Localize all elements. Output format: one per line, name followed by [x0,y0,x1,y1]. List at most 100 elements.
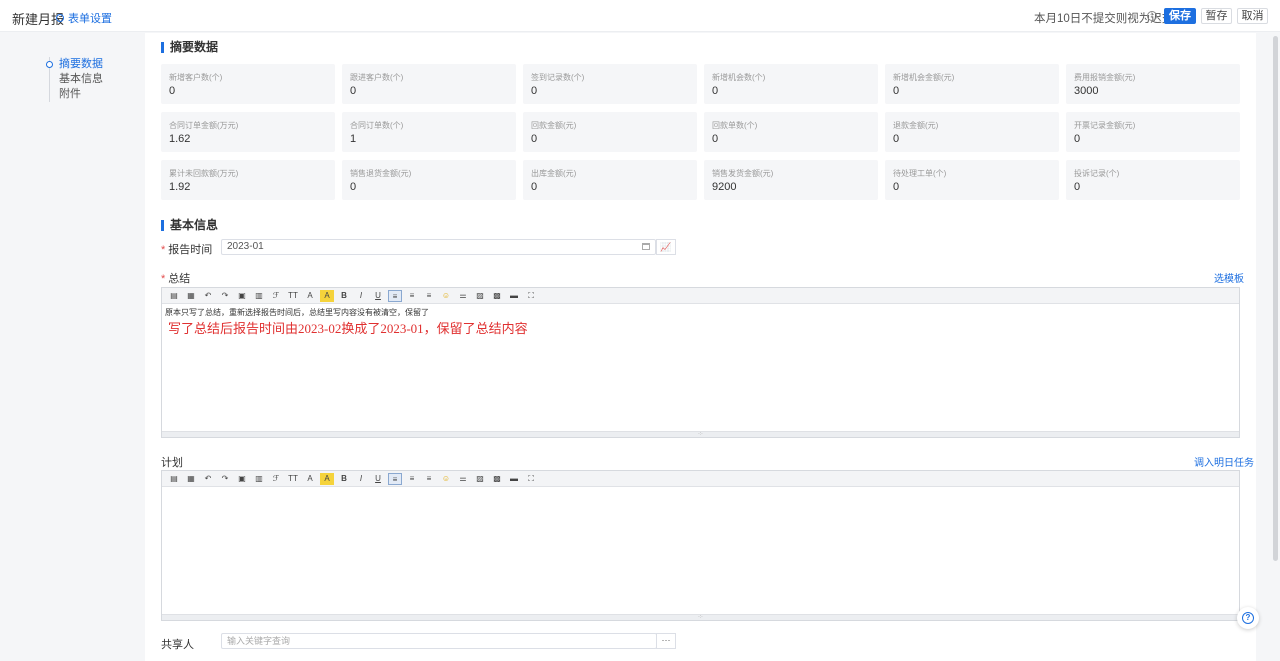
select-template-link[interactable]: 选模板 [1214,270,1244,285]
summary-card-value: 0 [893,181,900,193]
template-icon[interactable]: ▦ [184,473,198,485]
summary-card: 新增机会金额(元) 0 [885,64,1059,104]
summary-card: 开票记录金额(元) 0 [1066,112,1240,152]
help-button[interactable]: ? [1237,607,1259,629]
summary-card: 跟进客户数(个) 0 [342,64,516,104]
font-size-icon[interactable]: TT [286,473,300,485]
summary-card-value: 0 [712,85,719,97]
summary-card: 签到记录数(个) 0 [523,64,697,104]
report-time-label: * 报告时间 [161,244,213,256]
summary-editor-body[interactable]: 原本只写了总结，重新选择报告时间后，总结里写内容没有被清空，保留了 写了总结后报… [162,304,1239,437]
summary-card-value: 0 [350,181,357,193]
plus-circle-icon[interactable]: + [1147,11,1157,21]
plan-editor[interactable]: ▤ ▦ ↶ ↷ ▣ ▥ ℱ TT A A B I U ≡ ≡ ≡ ☺ ⚌ ▨ ▩ ▬ ⛶ ·:· [161,470,1240,621]
summary-card-value: 0 [169,85,176,97]
calendar-icon[interactable] [642,243,650,250]
link-icon[interactable]: ⚌ [456,473,470,485]
summary-card: 待处理工单(个) 0 [885,160,1059,200]
redo-icon[interactable]: ↷ [218,290,232,302]
summary-card-label: 累计未回款额(万元) [169,169,239,178]
cancel-button[interactable]: 取消 [1237,8,1268,24]
summary-label: * 总结 [161,273,191,285]
summary-toolbar: ▤ ▦ ↶ ↷ ▣ ▥ ℱ TT A A B I U ≡ ≡ ≡ ☺ ⚌ ▨ ▩ ▬ ⛶ [162,288,1239,304]
paste-text-icon[interactable]: ▥ [252,290,266,302]
font-size-icon[interactable]: TT [286,290,300,302]
plan-toolbar: ▤ ▦ ↶ ↷ ▣ ▥ ℱ TT A A B I U ≡ ≡ ≡ ☺ ⚌ ▨ ▩ ▬ ⛶ [162,471,1239,487]
format-painter-icon[interactable]: ℱ [269,473,283,485]
align-left-icon[interactable]: ≡ [388,289,402,302]
paste-icon[interactable]: ▣ [235,473,249,485]
summary-card: 销售发货金额(元) 9200 [704,160,878,200]
align-center-icon[interactable]: ≡ [405,473,419,485]
plan-editor-body[interactable]: ·:· [162,487,1239,620]
bg-color-icon[interactable]: A [320,472,334,485]
emoji-icon[interactable]: ☺ [439,473,453,485]
hr-icon[interactable]: ▬ [507,473,521,485]
fullscreen-icon[interactable]: ⛶ [524,290,538,302]
bg-color-icon[interactable]: A [320,289,334,302]
redo-icon[interactable]: ↷ [218,473,232,485]
share-input[interactable]: 输入关键字查询 [221,633,657,649]
summary-section-title: 摘要数据 [161,41,218,53]
summary-card-label: 签到记录数(个) [531,73,585,82]
summary-card-label: 合同订单金额(万元) [169,121,239,130]
table-icon[interactable]: ▩ [490,473,504,485]
summary-card-value: 0 [712,133,719,145]
table-icon[interactable]: ▩ [490,290,504,302]
plan-label: 计划 [161,457,183,469]
summary-card-value: 0 [1074,133,1081,145]
report-time-input[interactable]: 2023-01 [221,239,656,255]
summary-card-label: 出库金额(元) [531,169,577,178]
paste-text-icon[interactable]: ▥ [252,473,266,485]
image-icon[interactable]: ▨ [473,290,487,302]
fullscreen-icon[interactable]: ⛶ [524,473,538,485]
emoji-icon[interactable]: ☺ [439,290,453,302]
gear-icon [56,14,64,22]
summary-card-value: 0 [350,85,357,97]
align-right-icon[interactable]: ≡ [422,473,436,485]
summary-card-value: 3000 [1074,85,1099,97]
align-center-icon[interactable]: ≡ [405,290,419,302]
hr-icon[interactable]: ▬ [507,290,521,302]
source-icon[interactable]: ▤ [167,473,181,485]
nav-item-attachment[interactable]: 附件 [59,87,103,102]
summary-card: 累计未回款额(万元) 1.92 [161,160,335,200]
form-settings-link[interactable]: 表单设置 [56,10,112,26]
summary-card: 新增机会数(个) 0 [704,64,878,104]
undo-icon[interactable]: ↶ [201,473,215,485]
resize-handle[interactable]: ·:· [162,431,1239,437]
import-tasks-link[interactable]: 调入明日任务 [1194,454,1254,469]
nav-item-basic[interactable]: 基本信息 [59,72,103,87]
bold-icon[interactable]: B [337,473,351,485]
summary-editor[interactable]: ▤ ▦ ↶ ↷ ▣ ▥ ℱ TT A A B I U ≡ ≡ ≡ ☺ ⚌ ▨ ▩ ▬ ⛶ 原本只写了总结，重新选择报告时间… [161,287,1240,438]
link-icon[interactable]: ⚌ [456,290,470,302]
resize-handle[interactable]: ·:· [162,614,1239,620]
underline-icon[interactable]: U [371,473,385,485]
paste-icon[interactable]: ▣ [235,290,249,302]
image-icon[interactable]: ▨ [473,473,487,485]
scrollbar[interactable] [1273,36,1278,561]
align-right-icon[interactable]: ≡ [422,290,436,302]
draft-button[interactable]: 暂存 [1201,8,1232,24]
summary-card: 回款金额(元) 0 [523,112,697,152]
save-button[interactable]: 保存 [1164,8,1196,24]
font-color-icon[interactable]: A [303,473,317,485]
summary-text-line1: 原本只写了总结，重新选择报告时间后，总结里写内容没有被清空，保留了 [165,308,429,317]
italic-icon[interactable]: I [354,290,368,302]
summary-card-value: 0 [893,133,900,145]
summary-card-label: 费用报销金额(元) [1074,73,1136,82]
source-icon[interactable]: ▤ [167,290,181,302]
nav-item-summary[interactable]: 摘要数据 [46,57,103,72]
summary-card-label: 新增机会金额(元) [893,73,955,82]
font-color-icon[interactable]: A [303,290,317,302]
summary-card-label: 回款金额(元) [531,121,577,130]
more-icon[interactable]: ··· [656,633,676,649]
undo-icon[interactable]: ↶ [201,290,215,302]
format-painter-icon[interactable]: ℱ [269,290,283,302]
chart-icon[interactable]: 📈 [656,239,676,255]
bold-icon[interactable]: B [337,290,351,302]
align-left-icon[interactable]: ≡ [388,472,402,485]
underline-icon[interactable]: U [371,290,385,302]
template-icon[interactable]: ▦ [184,290,198,302]
italic-icon[interactable]: I [354,473,368,485]
